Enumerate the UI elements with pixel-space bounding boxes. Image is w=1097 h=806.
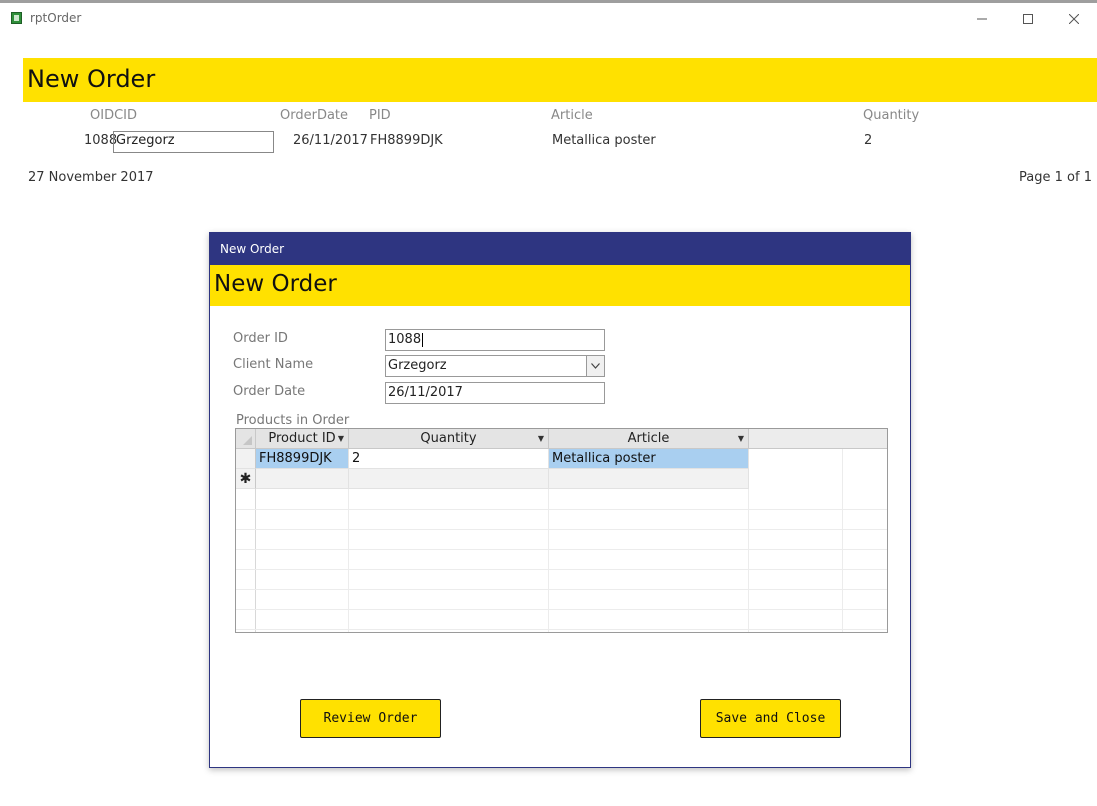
report-page-number: Page 1 of 1 xyxy=(1019,170,1092,185)
client-name-label: Client Name xyxy=(233,357,314,372)
order-date-input[interactable]: 26/11/2017 xyxy=(385,382,605,404)
row-selector[interactable] xyxy=(236,449,256,469)
order-id-input[interactable]: 1088 xyxy=(385,329,605,351)
report-col-quantity: Quantity xyxy=(863,108,920,123)
report-date: 27 November 2017 xyxy=(28,170,154,185)
report-col-pid: PID xyxy=(369,108,391,123)
client-name-dropdown-button[interactable] xyxy=(586,356,604,376)
report-quantity: 2 xyxy=(864,133,873,148)
report-col-oidcid: OIDCID xyxy=(90,108,137,123)
minimize-button[interactable] xyxy=(959,5,1005,33)
dialog-titlebar[interactable]: New Order xyxy=(210,233,910,265)
grid-line xyxy=(842,449,843,632)
dropdown-arrow-icon xyxy=(591,363,600,369)
grid-line xyxy=(236,509,887,510)
client-name-value: Grzegorz xyxy=(388,358,447,373)
report-client-name[interactable]: Grzegorz xyxy=(113,131,274,153)
close-button[interactable] xyxy=(1051,5,1097,33)
cell-product-id[interactable]: FH8899DJK xyxy=(256,449,349,469)
dialog-title: New Order xyxy=(220,242,285,256)
maximize-button[interactable] xyxy=(1005,5,1051,33)
new-record-icon[interactable]: ✱ xyxy=(236,469,256,489)
column-header-product-id[interactable]: Product ID ▼ xyxy=(256,429,349,449)
select-all-cell[interactable] xyxy=(236,429,256,449)
column-header-article[interactable]: Article ▼ xyxy=(549,429,749,449)
dialog-header-title: New Order xyxy=(214,271,337,297)
report-order-date: 26/11/2017 xyxy=(293,133,368,148)
maximize-icon xyxy=(1023,14,1033,24)
products-subform-label: Products in Order xyxy=(236,413,350,428)
minimize-icon xyxy=(977,18,987,20)
report-col-orderdate: OrderDate xyxy=(280,108,349,123)
report-article: Metallica poster xyxy=(552,133,656,148)
app-icon xyxy=(11,12,22,24)
grid-line xyxy=(236,609,887,610)
column-header-label: Quantity xyxy=(420,431,477,446)
close-icon xyxy=(1069,14,1079,24)
column-dropdown-icon[interactable]: ▼ xyxy=(738,429,744,448)
order-date-label: Order Date xyxy=(233,384,306,399)
window-titlebar: rptOrder xyxy=(0,3,1097,35)
column-dropdown-icon[interactable]: ▼ xyxy=(338,429,344,448)
grid-line xyxy=(236,549,887,550)
new-row-cell-product-id[interactable] xyxy=(256,469,349,489)
cell-quantity[interactable]: 2 xyxy=(349,449,549,469)
grid-line xyxy=(348,489,349,632)
column-header-label: Article xyxy=(627,431,670,446)
products-datasheet: Product ID ▼ Quantity ▼ Article ▼ FH8899DJK… xyxy=(235,428,888,633)
report-col-article: Article xyxy=(551,108,593,123)
review-order-button[interactable]: Review Order xyxy=(300,699,441,738)
dialog-header: New Order xyxy=(210,265,910,306)
window-title: rptOrder xyxy=(30,11,82,25)
column-header-empty xyxy=(749,429,887,449)
report-title: New Order xyxy=(27,65,156,93)
new-order-dialog: New Order New Order Order ID 1088 Client… xyxy=(209,232,911,768)
grid-line xyxy=(255,489,256,632)
column-header-quantity[interactable]: Quantity ▼ xyxy=(349,429,549,449)
order-date-value: 26/11/2017 xyxy=(388,385,463,400)
cell-article[interactable]: Metallica poster xyxy=(549,449,749,469)
grid-line xyxy=(548,489,549,632)
grid-line xyxy=(236,629,887,630)
grid-line xyxy=(748,489,749,632)
column-header-label: Product ID xyxy=(268,431,336,446)
new-row-cell-article[interactable] xyxy=(549,469,749,489)
column-dropdown-icon[interactable]: ▼ xyxy=(538,429,544,448)
text-caret xyxy=(422,332,424,347)
save-and-close-button[interactable]: Save and Close xyxy=(700,699,841,738)
report-pid: FH8899DJK xyxy=(370,133,443,148)
report-header: New Order xyxy=(23,58,1097,102)
order-id-value: 1088 xyxy=(388,332,422,347)
grid-line xyxy=(236,589,887,590)
client-name-combobox[interactable]: Grzegorz xyxy=(385,355,605,377)
order-id-label: Order ID xyxy=(233,331,288,346)
grid-line xyxy=(236,569,887,570)
new-row-cell-quantity[interactable] xyxy=(349,469,549,489)
grid-line xyxy=(236,529,887,530)
